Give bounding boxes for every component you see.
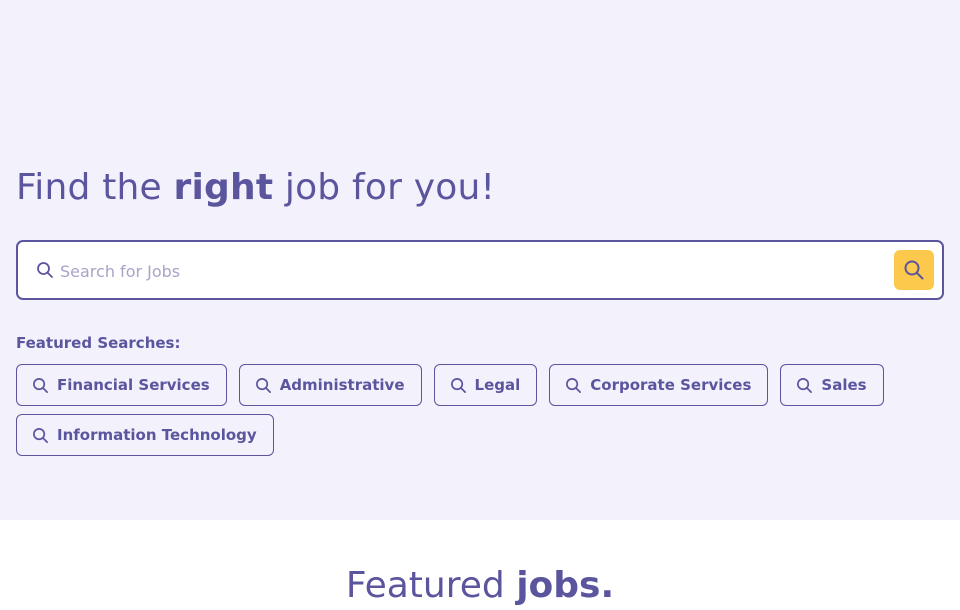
featured-search-financial-services[interactable]: Financial Services bbox=[16, 364, 227, 406]
featured-searches-list: Financial Services Administrative Legal … bbox=[16, 364, 946, 456]
search-icon bbox=[566, 377, 582, 393]
featured-search-information-technology[interactable]: Information Technology bbox=[16, 414, 274, 456]
featured-search-sales[interactable]: Sales bbox=[780, 364, 884, 406]
featured-search-administrative[interactable]: Administrative bbox=[238, 364, 422, 406]
headline-start: Find the bbox=[16, 167, 174, 208]
chip-label: Corporate Services bbox=[590, 376, 752, 394]
headline-end: job for you! bbox=[273, 167, 496, 208]
chip-label: Information Technology bbox=[57, 426, 257, 444]
featured-search-legal[interactable]: Legal bbox=[433, 364, 538, 406]
featured-searches-label: Featured Searches: bbox=[16, 334, 181, 352]
search-icon bbox=[904, 260, 924, 280]
search-icon bbox=[33, 427, 48, 443]
featured-search-corporate-services[interactable]: Corporate Services bbox=[549, 364, 769, 406]
search-icon bbox=[33, 377, 48, 393]
search-input[interactable] bbox=[58, 250, 882, 292]
hero-section: Find the right job for you! Featured Sea… bbox=[0, 0, 960, 520]
search-icon bbox=[797, 377, 813, 393]
job-search-box bbox=[16, 240, 944, 300]
featured-jobs-heading: Featured jobs. bbox=[0, 562, 960, 610]
page-title: Find the right job for you! bbox=[16, 164, 495, 212]
chip-label: Legal bbox=[474, 376, 521, 394]
search-icon bbox=[255, 377, 271, 393]
chip-label: Financial Services bbox=[57, 376, 210, 394]
search-icon bbox=[36, 261, 54, 279]
headline-emphasis: right bbox=[173, 167, 274, 208]
chip-label: Sales bbox=[821, 376, 867, 394]
search-submit-button[interactable] bbox=[894, 250, 934, 290]
search-icon bbox=[450, 377, 466, 393]
chip-label: Administrative bbox=[279, 376, 405, 394]
